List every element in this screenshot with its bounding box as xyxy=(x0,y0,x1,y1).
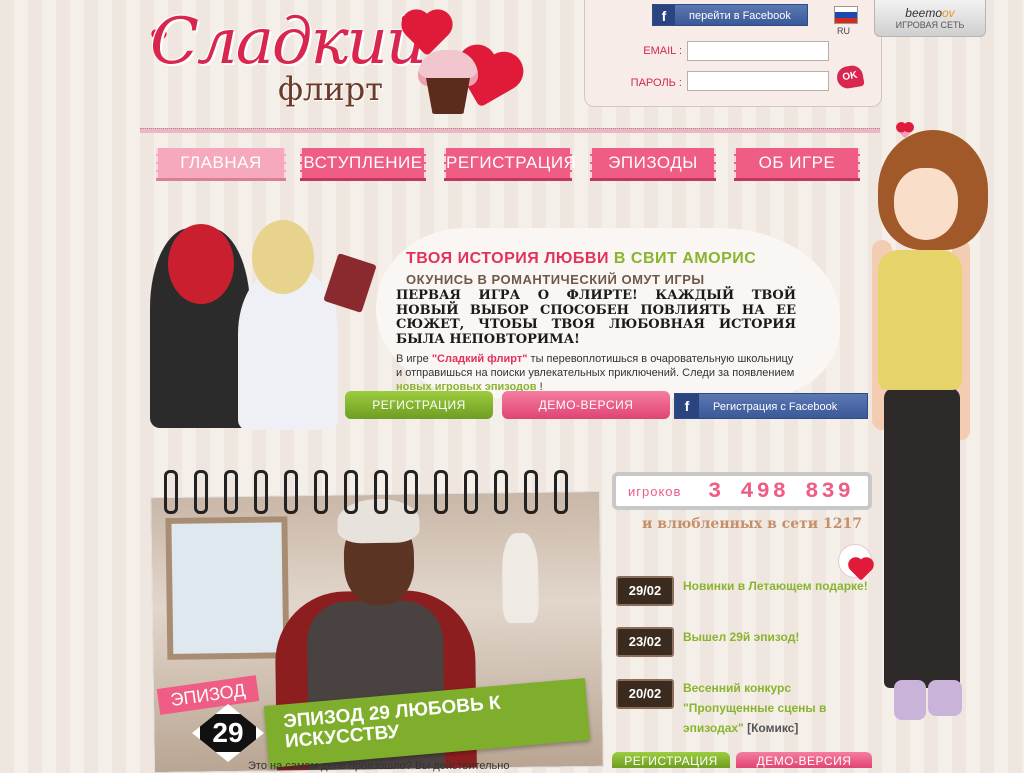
hero-character-red-hair-head xyxy=(168,224,234,304)
nav-item-about[interactable]: ОБ ИГРЕ xyxy=(734,148,860,178)
logo-subtitle: флирт xyxy=(278,70,383,108)
girl-face xyxy=(894,168,958,240)
hero-demo-button[interactable]: Демо-версия xyxy=(502,391,670,419)
logo-title: Сладкий xyxy=(150,5,427,79)
password-label: ПАРОЛЬ : xyxy=(630,77,682,89)
facebook-icon: f xyxy=(653,5,675,25)
main-nav: ГЛАВНАЯ ВСТУПЛЕНИЕ РЕГИСТРАЦИЯ ЭПИЗОДЫ О… xyxy=(140,132,880,190)
girl-shoe xyxy=(928,680,962,716)
news-link[interactable]: Новинки в Летающем подарке! xyxy=(683,576,873,596)
girl-shoe xyxy=(894,680,926,720)
news-heart-icon xyxy=(838,544,872,581)
nav-item-episodes[interactable]: ЭПИЗОДЫ xyxy=(590,148,716,178)
episode-number-badge: 29 xyxy=(192,704,264,762)
hero-subtitle: ОКУНИСЬ В РОМАНТИЧЕСКИЙ ОМУТ ИГРЫ xyxy=(406,272,705,287)
notebook-rings xyxy=(164,470,584,516)
hero-register-button[interactable]: Регистрация xyxy=(345,391,493,419)
bottom-demo-button[interactable]: Демо-версия xyxy=(736,752,872,768)
email-field[interactable] xyxy=(687,41,829,61)
girl-top xyxy=(878,250,962,390)
online-count: и влюбленных в сети 1217 xyxy=(642,516,863,532)
password-field[interactable] xyxy=(687,71,829,91)
episode-teaser: Это на самом деле произошло? Вы действит… xyxy=(248,760,510,772)
hero-bold-text: ПЕРВАЯ ИГРА О ФЛИРТЕ! КАЖДЫЙ ТВОЙ НОВЫЙ … xyxy=(396,288,796,347)
language-code[interactable]: RU xyxy=(837,26,850,36)
email-label: EMAIL : xyxy=(643,45,682,57)
facebook-connect-label: перейти в Facebook xyxy=(689,10,791,22)
episode-badge: ЭПИЗОД 29 xyxy=(156,675,266,768)
beemoov-network-link[interactable]: beemoov ИГРОВАЯ СЕТЬ xyxy=(874,0,986,37)
hero-description: В игре "Сладкий флирт" ты перевоплотишьс… xyxy=(396,353,795,393)
hero-character-blond xyxy=(238,270,338,430)
facebook-connect-button[interactable]: f перейти в Facebook xyxy=(652,4,808,26)
players-counter: игроков 3 498 839 xyxy=(612,472,872,510)
news-date: 20/02 xyxy=(616,679,674,709)
bottom-register-button[interactable]: Регистрация xyxy=(612,752,730,768)
language-flag-icon[interactable] xyxy=(834,6,858,24)
facebook-register-label: Регистрация с Facebook xyxy=(713,401,838,413)
news-link[interactable]: Вышел 29й эпизод! xyxy=(683,627,873,647)
beemoov-tagline: ИГРОВАЯ СЕТЬ xyxy=(895,20,965,30)
episode-mannequin xyxy=(501,532,539,624)
episode-number: 29 xyxy=(200,714,256,752)
girl-legs xyxy=(884,388,960,688)
news-date: 23/02 xyxy=(616,627,674,657)
episode-badge-label: ЭПИЗОД xyxy=(156,675,260,715)
players-label: игроков xyxy=(628,484,682,499)
episode-window xyxy=(165,516,290,660)
nav-item-intro[interactable]: ВСТУПЛЕНИЕ xyxy=(300,148,426,178)
cupcake-base xyxy=(426,78,470,114)
news-link[interactable]: Весенний конкурс "Пропущенные сцены в эп… xyxy=(683,678,873,738)
hero-character-blond-head xyxy=(252,220,314,294)
site-logo[interactable]: Сладкий флирт xyxy=(140,0,540,128)
players-count: 3 498 839 xyxy=(708,479,854,504)
facebook-register-button[interactable]: f Регистрация с Facebook xyxy=(674,393,868,419)
facebook-icon: f xyxy=(675,394,699,418)
beemoov-logo: beemoov xyxy=(905,6,955,20)
hero-title: ТВОЯ ИСТОРИЯ ЛЮБВИ В СВИТ АМОРИС xyxy=(406,250,757,267)
news-date: 29/02 xyxy=(616,576,674,606)
nav-item-home[interactable]: ГЛАВНАЯ xyxy=(156,148,286,178)
nav-item-registration[interactable]: РЕГИСТРАЦИЯ xyxy=(444,148,576,178)
